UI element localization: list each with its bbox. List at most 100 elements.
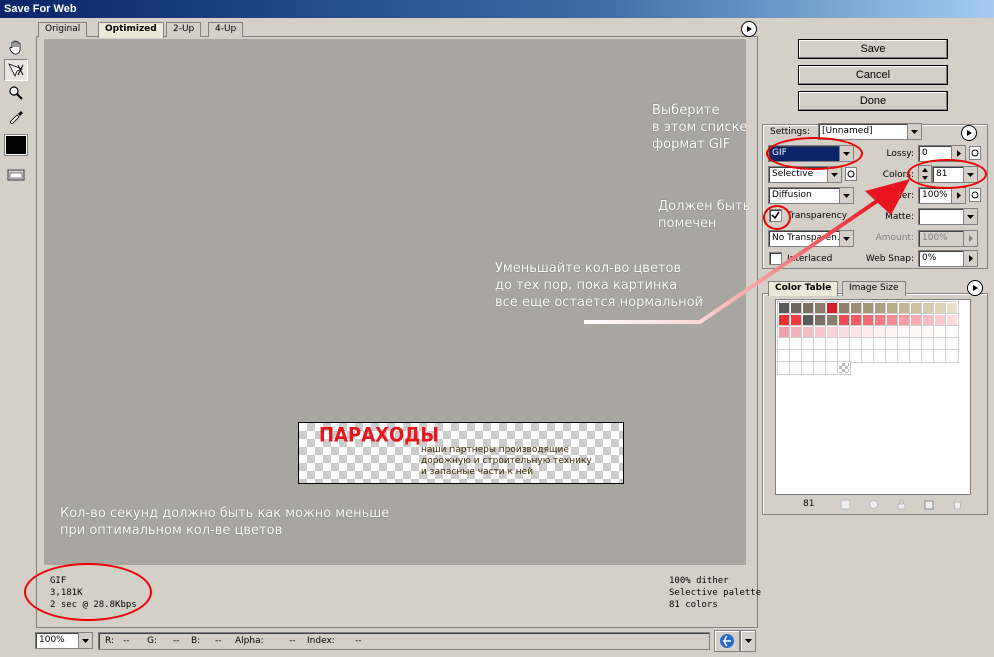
window-title: Save For Web	[0, 0, 994, 18]
color-swatch[interactable]	[813, 337, 827, 351]
info-dither: 100% dither	[669, 576, 729, 586]
color-swatch[interactable]	[945, 349, 959, 363]
highlight-download-time	[24, 563, 152, 621]
color-swatch[interactable]	[825, 349, 839, 363]
highlight-format	[766, 137, 863, 170]
settings-menu-icon[interactable]	[961, 125, 977, 141]
color-swatch[interactable]	[897, 349, 911, 363]
color-swatch[interactable]	[837, 349, 851, 363]
preview-image: ПАРАХОДЫ наши партнеры производящие доро…	[298, 422, 624, 484]
dither-value: 100%	[922, 190, 948, 200]
color-swatch[interactable]	[921, 313, 935, 327]
preview-line-1: наши партнеры производящие	[421, 445, 569, 455]
lossy-label: Lossy:	[886, 149, 914, 159]
color-swatch[interactable]	[921, 337, 935, 351]
color-swatch[interactable]	[885, 337, 899, 351]
color-swatch[interactable]	[789, 349, 803, 363]
color-swatch[interactable]	[945, 325, 959, 339]
color-swatch[interactable]	[777, 349, 791, 363]
color-swatch[interactable]	[921, 325, 935, 339]
preview-menu-icon[interactable]	[741, 21, 757, 37]
websnap-value: 0%	[922, 253, 937, 263]
cancel-button[interactable]: Cancel	[798, 65, 948, 85]
chevron-down-icon	[907, 124, 921, 139]
dither-mask-icon[interactable]	[969, 188, 981, 202]
color-swatch[interactable]	[825, 337, 839, 351]
g-label: G:	[147, 636, 158, 646]
color-swatch[interactable]	[933, 313, 947, 327]
color-swatch[interactable]	[801, 349, 815, 363]
preview-line-3: и запасные части к ней	[421, 467, 534, 477]
trash-icon[interactable]	[952, 499, 963, 513]
websnap-field[interactable]: 0%	[918, 250, 978, 267]
lossy-mask-icon[interactable]	[969, 146, 981, 160]
color-swatch[interactable]	[837, 337, 851, 351]
color-swatch[interactable]	[873, 349, 887, 363]
color-swatch[interactable]	[909, 337, 923, 351]
zoom-dropdown[interactable]: 100%	[35, 632, 93, 649]
color-swatch[interactable]	[945, 313, 959, 327]
color-swatch[interactable]	[813, 361, 827, 375]
color-swatch[interactable]	[909, 349, 923, 363]
web-shift-icon[interactable]	[868, 499, 879, 513]
color-swatch[interactable]	[813, 349, 827, 363]
color-swatch[interactable]	[777, 361, 791, 375]
tab-4up[interactable]: 4-Up	[208, 22, 244, 37]
color-swatch[interactable]	[933, 349, 947, 363]
map-transparent-icon[interactable]	[840, 499, 851, 513]
arrow-annotation-icon	[584, 179, 910, 324]
color-swatch[interactable]	[933, 301, 947, 315]
color-swatch[interactable]	[789, 361, 803, 375]
toolbox	[4, 36, 32, 187]
zoom-value: 100%	[39, 635, 65, 645]
color-swatch[interactable]	[921, 349, 935, 363]
eyedropper-color-swatch[interactable]	[4, 134, 28, 156]
save-button[interactable]: Save	[798, 39, 948, 59]
color-swatch[interactable]	[837, 361, 851, 375]
eyedropper-icon[interactable]	[4, 105, 28, 127]
zoom-icon[interactable]	[4, 82, 28, 104]
matte-dropdown[interactable]	[918, 208, 978, 225]
view-tabs: Original Optimized 2-Up 4-Up	[38, 22, 278, 38]
toggle-slices-icon[interactable]	[4, 164, 28, 186]
done-button[interactable]: Done	[798, 91, 948, 111]
color-swatch[interactable]	[825, 361, 839, 375]
color-swatch[interactable]	[861, 349, 875, 363]
optimization-info: 100% dither Selective palette 81 colors	[669, 575, 761, 611]
color-swatch[interactable]	[921, 301, 935, 315]
amount-field: 100%	[918, 230, 978, 247]
color-swatch[interactable]	[789, 337, 803, 351]
index-label: Index:	[307, 636, 335, 646]
annotation-seconds: Кол-во секунд должно быть как можно мень…	[60, 506, 390, 538]
color-swatch[interactable]	[801, 337, 815, 351]
browser-dropdown-button[interactable]	[740, 630, 756, 652]
color-swatch[interactable]	[849, 337, 863, 351]
color-swatch[interactable]	[885, 349, 899, 363]
b-value: --	[215, 636, 222, 646]
color-swatch[interactable]	[801, 361, 815, 375]
color-swatch[interactable]	[777, 337, 791, 351]
tab-color-table[interactable]: Color Table	[768, 281, 839, 296]
browser-icon[interactable]	[714, 630, 740, 652]
tab-original[interactable]: Original	[38, 22, 88, 37]
color-table-menu-icon[interactable]	[967, 280, 983, 296]
dither-field[interactable]: 100%	[918, 187, 966, 204]
b-label: B:	[191, 636, 201, 646]
slice-select-icon[interactable]	[4, 59, 28, 81]
color-swatch[interactable]	[861, 337, 875, 351]
new-color-icon[interactable]	[924, 499, 935, 513]
color-swatch[interactable]	[945, 337, 959, 351]
color-swatch[interactable]	[933, 325, 947, 339]
arrow-right-icon	[963, 251, 977, 266]
tab-2up[interactable]: 2-Up	[166, 22, 202, 37]
color-swatch[interactable]	[945, 301, 959, 315]
arrow-right-icon	[951, 188, 965, 203]
color-swatch[interactable]	[873, 337, 887, 351]
color-swatch[interactable]	[849, 349, 863, 363]
tab-optimized[interactable]: Optimized	[98, 22, 164, 38]
annotation-choose-format: Выберите в этом списке формат GIF	[652, 103, 748, 152]
color-swatch[interactable]	[933, 337, 947, 351]
hand-icon[interactable]	[4, 36, 28, 58]
lock-icon[interactable]	[896, 499, 907, 513]
color-swatch[interactable]	[897, 337, 911, 351]
